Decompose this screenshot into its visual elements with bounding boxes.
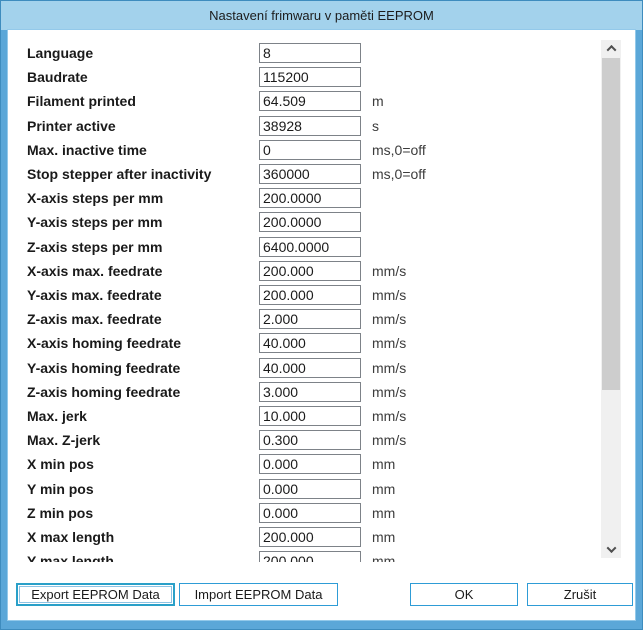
field-label: Y-axis max. feedrate: [27, 287, 162, 303]
field-label: Max. inactive time: [27, 142, 147, 158]
field-row: Max. Z-jerk mm/s: [8, 430, 598, 450]
field-input[interactable]: [259, 333, 361, 353]
field-input[interactable]: [259, 406, 361, 426]
field-row: Filament printed m: [8, 91, 598, 111]
field-row: Y-axis max. feedrate mm/s: [8, 285, 598, 305]
field-label: Baudrate: [27, 69, 88, 85]
import-eeprom-button[interactable]: Import EEPROM Data: [179, 583, 338, 606]
field-label: Y max length: [27, 553, 114, 562]
dialog-content: Language Baudrate Filament printed m Printer…: [8, 30, 635, 620]
field-row: X-axis max. feedrate mm/s: [8, 261, 598, 281]
dialog-title: Nastavení frimwaru v paměti EEPROM: [209, 8, 434, 23]
scrollbar-up-button[interactable]: [601, 40, 621, 57]
field-input[interactable]: [259, 454, 361, 474]
field-row: Max. inactive time ms,0=off: [8, 140, 598, 160]
field-unit: mm/s: [372, 384, 406, 400]
field-unit: mm/s: [372, 311, 406, 327]
field-label: Max. jerk: [27, 408, 87, 424]
field-row: Z-axis homing feedrate mm/s: [8, 382, 598, 402]
field-label: Filament printed: [27, 93, 136, 109]
field-row: Max. jerk mm/s: [8, 406, 598, 426]
field-label: X-axis steps per mm: [27, 190, 163, 206]
field-unit: mm/s: [372, 335, 406, 351]
fields-panel: Language Baudrate Filament printed m Printer…: [8, 30, 598, 562]
field-row: X-axis homing feedrate mm/s: [8, 333, 598, 353]
field-input[interactable]: [259, 212, 361, 232]
field-label: X max length: [27, 529, 114, 545]
field-input[interactable]: [259, 382, 361, 402]
field-input[interactable]: [259, 188, 361, 208]
field-unit: mm/s: [372, 287, 406, 303]
field-input[interactable]: [259, 430, 361, 450]
field-input[interactable]: [259, 164, 361, 184]
field-input[interactable]: [259, 116, 361, 136]
field-row: Language: [8, 43, 598, 63]
scrollbar-thumb[interactable]: [602, 58, 620, 390]
field-label: X-axis homing feedrate: [27, 335, 181, 351]
field-row: Z min pos mm: [8, 503, 598, 523]
field-label: Y-axis homing feedrate: [27, 360, 180, 376]
field-unit: mm/s: [372, 360, 406, 376]
field-unit: mm/s: [372, 408, 406, 424]
field-row: X min pos mm: [8, 454, 598, 474]
field-input[interactable]: [259, 140, 361, 160]
field-unit: mm: [372, 505, 395, 521]
field-row: X max length mm: [8, 527, 598, 547]
field-unit: m: [372, 93, 384, 109]
field-unit: mm/s: [372, 432, 406, 448]
export-eeprom-button[interactable]: Export EEPROM Data: [16, 583, 175, 606]
field-label: X-axis max. feedrate: [27, 263, 162, 279]
field-label: Z min pos: [27, 505, 93, 521]
chevron-down-icon: [606, 543, 616, 553]
field-label: Max. Z-jerk: [27, 432, 100, 448]
field-unit: mm: [372, 529, 395, 545]
chevron-up-icon: [606, 45, 616, 55]
field-label: Language: [27, 45, 93, 61]
field-row: Y min pos mm: [8, 479, 598, 499]
field-unit: ms,0=off: [372, 166, 426, 182]
field-unit: mm: [372, 456, 395, 472]
field-label: Y min pos: [27, 481, 94, 497]
cancel-button[interactable]: Zrušit: [527, 583, 633, 606]
field-label: Z-axis steps per mm: [27, 239, 162, 255]
field-unit: mm/s: [372, 263, 406, 279]
field-unit: mm: [372, 481, 395, 497]
field-input[interactable]: [259, 479, 361, 499]
field-input[interactable]: [259, 261, 361, 281]
field-label: Z-axis max. feedrate: [27, 311, 162, 327]
field-row: Baudrate: [8, 67, 598, 87]
field-input[interactable]: [259, 43, 361, 63]
field-label: Printer active: [27, 118, 116, 134]
field-input[interactable]: [259, 237, 361, 257]
field-row: X-axis steps per mm: [8, 188, 598, 208]
field-input[interactable]: [259, 358, 361, 378]
field-row: Y-axis homing feedrate mm/s: [8, 358, 598, 378]
field-unit: s: [372, 118, 379, 134]
titlebar[interactable]: Nastavení frimwaru v paměti EEPROM: [1, 1, 642, 30]
field-row: Stop stepper after inactivity ms,0=off: [8, 164, 598, 184]
field-unit: mm: [372, 553, 395, 562]
field-input[interactable]: [259, 551, 361, 562]
field-input[interactable]: [259, 309, 361, 329]
field-row: Z-axis max. feedrate mm/s: [8, 309, 598, 329]
field-row: Y max length mm: [8, 551, 598, 562]
field-unit: ms,0=off: [372, 142, 426, 158]
field-row: Z-axis steps per mm: [8, 237, 598, 257]
eeprom-settings-dialog: Nastavení frimwaru v paměti EEPROM Langu…: [0, 0, 643, 630]
field-label: Y-axis steps per mm: [27, 214, 162, 230]
field-input[interactable]: [259, 503, 361, 523]
field-input[interactable]: [259, 91, 361, 111]
field-label: Z-axis homing feedrate: [27, 384, 180, 400]
field-row: Y-axis steps per mm: [8, 212, 598, 232]
field-row: Printer active s: [8, 116, 598, 136]
field-input[interactable]: [259, 527, 361, 547]
vertical-scrollbar[interactable]: [601, 40, 621, 558]
field-input[interactable]: [259, 67, 361, 87]
field-label: Stop stepper after inactivity: [27, 166, 211, 182]
ok-button[interactable]: OK: [410, 583, 518, 606]
field-label: X min pos: [27, 456, 94, 472]
field-input[interactable]: [259, 285, 361, 305]
scrollbar-down-button[interactable]: [601, 541, 621, 558]
